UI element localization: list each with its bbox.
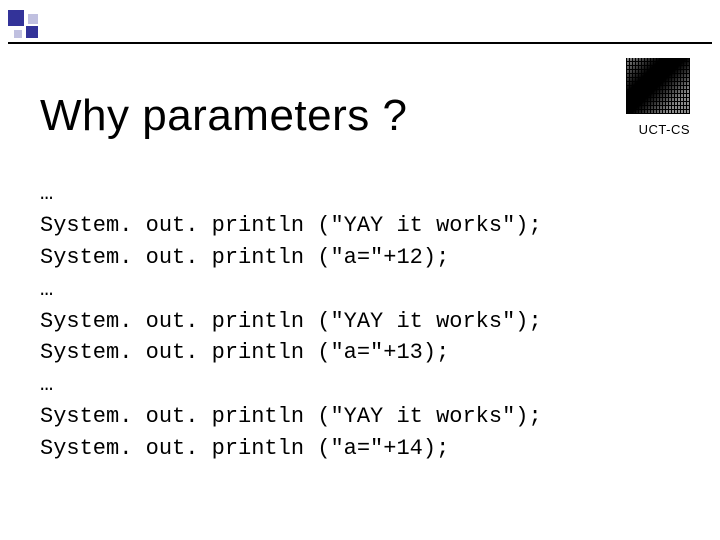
- slide-title: Why parameters ?: [40, 91, 407, 141]
- affiliation-label: UCT-CS: [639, 122, 690, 137]
- code-block: … System. out. println ("YAY it works");…: [40, 178, 542, 465]
- horizontal-rule: [8, 42, 712, 44]
- slide: Why parameters ? UCT-CS … System. out. p…: [0, 0, 720, 540]
- uct-logo: [626, 58, 690, 114]
